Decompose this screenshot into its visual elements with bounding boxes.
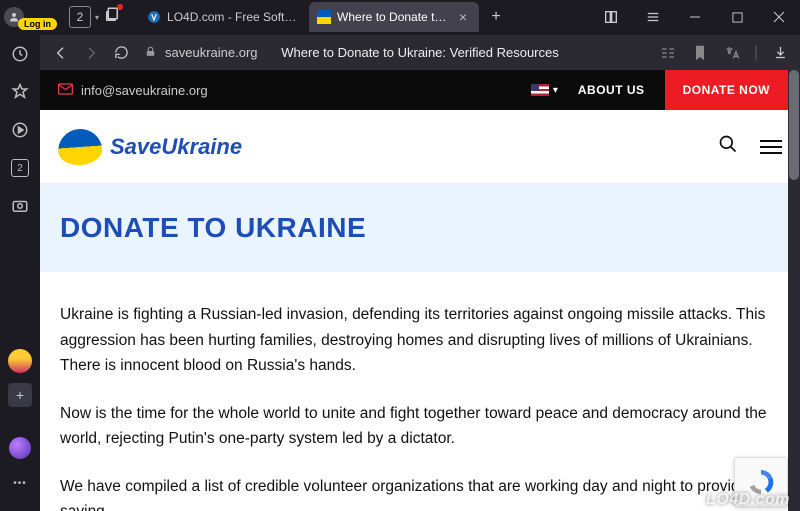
menu-icon[interactable] bbox=[632, 0, 674, 34]
hamburger-menu-icon[interactable] bbox=[760, 140, 782, 154]
recaptcha-badge[interactable] bbox=[734, 457, 788, 507]
tab-title: LO4D.com - Free Software… bbox=[167, 10, 301, 24]
search-icon[interactable] bbox=[718, 134, 738, 159]
assistant-icon[interactable] bbox=[9, 437, 31, 459]
notification-dot bbox=[117, 4, 123, 10]
download-icon[interactable] bbox=[766, 39, 794, 67]
site-topbar: info@saveukraine.org ▾ ABOUT US DONATE N… bbox=[40, 70, 800, 110]
favicon-lo4d-icon bbox=[147, 10, 161, 24]
sidebar-box-item[interactable]: 2 bbox=[6, 154, 34, 182]
reader-icon[interactable] bbox=[654, 39, 682, 67]
paragraph: We have compiled a list of credible volu… bbox=[60, 474, 780, 511]
logo[interactable]: SaveUkraine bbox=[58, 129, 242, 165]
library-icon[interactable] bbox=[590, 0, 632, 34]
page-viewport: info@saveukraine.org ▾ ABOUT US DONATE N… bbox=[40, 70, 800, 511]
page-title: Where to Donate to Ukraine: Verified Res… bbox=[281, 45, 558, 60]
scrollbar-thumb[interactable] bbox=[789, 70, 799, 180]
play-icon[interactable] bbox=[6, 116, 34, 144]
new-tab-button[interactable]: + bbox=[483, 4, 509, 30]
titlebar-left: Log in 2 ▾ bbox=[0, 4, 121, 30]
translate-icon[interactable] bbox=[718, 39, 746, 67]
titlebar: Log in 2 ▾ LO4D.com - Free Software… Whe… bbox=[0, 0, 800, 34]
toolbar-right: | bbox=[654, 39, 794, 67]
bookmark-star-icon[interactable] bbox=[6, 78, 34, 106]
windows-icon[interactable] bbox=[103, 6, 121, 29]
main-column: saveukraine.org Where to Donate to Ukrai… bbox=[40, 34, 800, 511]
contact-email-link[interactable]: info@saveukraine.org bbox=[58, 83, 208, 98]
close-button[interactable] bbox=[758, 0, 800, 34]
lock-icon bbox=[144, 45, 157, 61]
envelope-icon bbox=[58, 83, 73, 98]
history-icon[interactable] bbox=[6, 40, 34, 68]
logo-flag-icon bbox=[57, 127, 103, 166]
logo-text: SaveUkraine bbox=[110, 134, 242, 160]
forward-button[interactable] bbox=[76, 38, 106, 68]
site-header-right bbox=[718, 134, 782, 159]
tab-background-1[interactable]: LO4D.com - Free Software… bbox=[139, 2, 309, 32]
chevron-down-icon[interactable]: ▾ bbox=[95, 13, 99, 22]
favicon-ukraine-icon bbox=[317, 10, 331, 24]
us-flag-icon bbox=[531, 84, 549, 96]
topbar-right: ▾ ABOUT US DONATE NOW bbox=[531, 70, 782, 110]
hero-section: DONATE TO UKRAINE bbox=[40, 184, 800, 272]
close-icon[interactable]: × bbox=[455, 9, 471, 25]
hero-title: DONATE TO UKRAINE bbox=[60, 212, 780, 244]
url-text: saveukraine.org bbox=[165, 45, 258, 60]
article-content: Ukraine is fighting a Russian-led invasi… bbox=[40, 272, 800, 511]
about-link[interactable]: ABOUT US bbox=[578, 83, 645, 97]
site-header: SaveUkraine bbox=[40, 110, 800, 184]
back-button[interactable] bbox=[46, 38, 76, 68]
tab-active[interactable]: Where to Donate to Ukr… × bbox=[309, 2, 479, 32]
chevron-down-icon: ▾ bbox=[553, 85, 558, 96]
add-panel-button[interactable]: + bbox=[8, 383, 32, 407]
reload-button[interactable] bbox=[106, 38, 136, 68]
more-icon[interactable]: ••• bbox=[6, 469, 34, 497]
screenshot-icon[interactable] bbox=[6, 192, 34, 220]
donate-button[interactable]: DONATE NOW bbox=[665, 70, 788, 110]
email-text: info@saveukraine.org bbox=[81, 83, 208, 98]
minimize-button[interactable] bbox=[674, 0, 716, 34]
titlebar-right bbox=[590, 0, 800, 34]
paragraph: Ukraine is fighting a Russian-led invasi… bbox=[60, 302, 780, 379]
tab-strip: LO4D.com - Free Software… Where to Donat… bbox=[139, 0, 509, 34]
login-badge[interactable]: Log in bbox=[18, 18, 57, 30]
window-group-counter[interactable]: 2 bbox=[69, 6, 91, 28]
maximize-button[interactable] bbox=[716, 0, 758, 34]
tab-title: Where to Donate to Ukr… bbox=[337, 10, 449, 24]
sidebar-app-icon[interactable] bbox=[8, 349, 32, 373]
paragraph: Now is the time for the whole world to u… bbox=[60, 401, 780, 452]
bookmark-icon[interactable] bbox=[686, 39, 714, 67]
scrollbar[interactable] bbox=[788, 70, 800, 511]
browser-sidebar: 2 + ••• bbox=[0, 34, 40, 511]
nav-toolbar: saveukraine.org Where to Donate to Ukrai… bbox=[40, 34, 800, 70]
language-selector[interactable]: ▾ bbox=[531, 84, 558, 96]
